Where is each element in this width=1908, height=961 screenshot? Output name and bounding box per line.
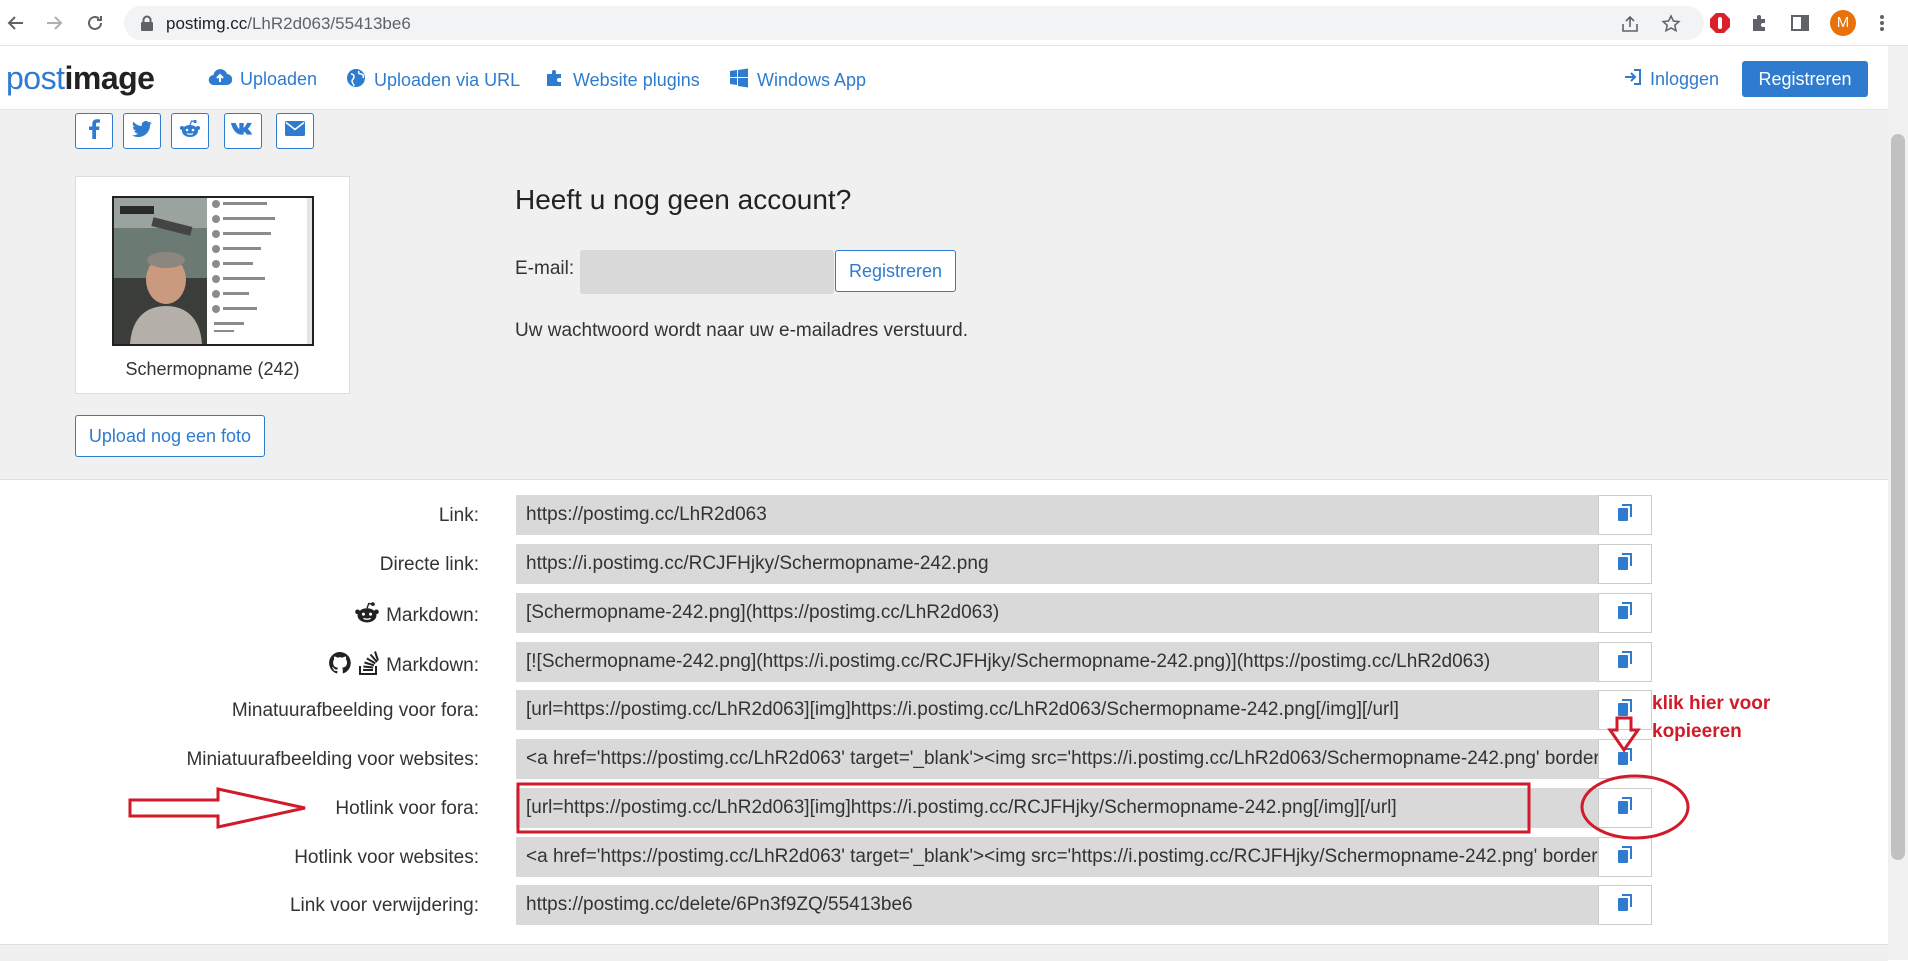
copy-icon	[1617, 601, 1633, 625]
reload-icon[interactable]	[83, 11, 107, 35]
side-panel-icon[interactable]	[1788, 11, 1812, 35]
nav-uploaden-via-url[interactable]: Uploaden via URL	[346, 68, 520, 93]
annotation-left-arrow	[128, 787, 306, 829]
copy-icon	[1617, 747, 1633, 771]
row-delete-link-label: Link voor verwijdering:	[289, 895, 479, 916]
share-vk-button[interactable]	[224, 113, 262, 149]
postimage-logo[interactable]: postimage	[6, 60, 155, 97]
row-thumb-websites-label: Miniatuurafbeelding voor websites:	[186, 749, 479, 770]
forward-icon[interactable]	[42, 11, 66, 35]
url-text: postimg.cc/LhR2d063/55413be6	[166, 14, 411, 33]
bookmark-star-icon[interactable]	[1661, 14, 1681, 34]
email-icon	[285, 121, 305, 141]
copy-icon	[1617, 845, 1633, 869]
copy-icon	[1617, 503, 1633, 527]
copy-link-button[interactable]	[1598, 495, 1652, 535]
lock-icon	[140, 15, 154, 36]
row-markdown-github-label: Markdown:	[328, 650, 479, 682]
nav-uploaden[interactable]: Uploaden	[208, 68, 317, 91]
nav-windows-app-label: Windows App	[757, 70, 867, 90]
puzzle-icon	[545, 68, 565, 93]
nav-website-plugins-label: Website plugins	[573, 70, 700, 90]
row-hotlink-fora-label: Hotlink voor fora:	[335, 798, 479, 819]
reddit-icon	[179, 119, 201, 144]
vk-icon	[231, 122, 255, 141]
scrollbar-thumb[interactable]	[1891, 134, 1905, 860]
copy-hotlink-fora-button[interactable]	[1598, 788, 1652, 828]
row-hotlink-websites-label: Hotlink voor websites:	[294, 847, 479, 868]
row-markdown-github-field[interactable]: [![Schermopname-242.png](https://i.posti…	[516, 642, 1598, 682]
copy-delete-link-button[interactable]	[1598, 885, 1652, 925]
row-link-label: Link:	[438, 505, 479, 526]
row-thumb-fora-label: Minatuurafbeelding voor fora:	[231, 700, 479, 721]
copy-thumb-websites-button[interactable]	[1598, 739, 1652, 779]
cloud-upload-icon	[208, 68, 233, 91]
nav-website-plugins[interactable]: Website plugins	[545, 68, 700, 93]
row-delete-link-field[interactable]: https://postimg.cc/delete/6Pn3f9ZQ/55413…	[516, 885, 1598, 925]
twitter-icon	[132, 120, 152, 142]
copy-icon	[1617, 698, 1633, 722]
copy-markdown-github-button[interactable]	[1598, 642, 1652, 682]
copy-direct-link-button[interactable]	[1598, 544, 1652, 584]
windows-icon	[729, 68, 749, 93]
row-link-field[interactable]: https://postimg.cc/LhR2d063	[516, 495, 1598, 535]
annotation-text: klik hier voor kopieeren	[1652, 693, 1771, 742]
thumbnail-card: Schermopname (242)	[75, 176, 350, 394]
adblock-extension-icon[interactable]	[1708, 11, 1732, 35]
email-input[interactable]	[580, 250, 834, 294]
login-label: Inloggen	[1650, 69, 1720, 89]
uploaded-image-preview[interactable]	[112, 196, 314, 346]
copy-icon	[1617, 893, 1633, 917]
nav-windows-app[interactable]: Windows App	[729, 68, 866, 93]
share-twitter-button[interactable]	[123, 113, 161, 149]
site-header: postimage Uploaden Uploaden via URL Webs…	[0, 46, 1888, 110]
row-thumb-websites-field[interactable]: <a href='https://postimg.cc/LhR2d063' ta…	[516, 739, 1598, 779]
row-hotlink-websites-field[interactable]: <a href='https://postimg.cc/LhR2d063' ta…	[516, 837, 1598, 877]
browser-toolbar: postimg.cc/LhR2d063/55413be6 M	[0, 0, 1908, 46]
copy-hotlink-websites-button[interactable]	[1598, 837, 1652, 877]
register-submit-button[interactable]: Registreren	[835, 250, 956, 292]
page-bottom-strip	[0, 944, 1888, 961]
nav-uploaden-via-url-label: Uploaden via URL	[374, 70, 521, 90]
thumbnail-caption: Schermopname (242)	[125, 359, 300, 379]
row-markdown-reddit-label: Markdown:	[354, 601, 479, 631]
menu-kebab-icon[interactable]	[1870, 11, 1894, 35]
login-link[interactable]: Inloggen	[1624, 68, 1719, 91]
reddit-icon	[354, 601, 380, 631]
copy-icon	[1617, 796, 1633, 820]
row-thumb-fora-field[interactable]: [url=https://postimg.cc/LhR2d063][img]ht…	[516, 690, 1598, 730]
row-direct-link-field[interactable]: https://i.postimg.cc/RCJFHjky/Schermopna…	[516, 544, 1598, 584]
facebook-icon	[88, 118, 100, 144]
sign-in-icon	[1624, 68, 1642, 91]
row-direct-link-label: Directe link:	[379, 554, 479, 575]
share-facebook-button[interactable]	[75, 113, 113, 149]
email-label: E-mail:	[515, 258, 575, 279]
copy-icon	[1617, 552, 1633, 576]
share-email-button[interactable]	[276, 113, 314, 149]
copy-icon	[1617, 650, 1633, 674]
stackoverflow-icon	[358, 650, 380, 682]
row-hotlink-fora-field[interactable]: [url=https://postimg.cc/LhR2d063][img]ht…	[516, 788, 1598, 828]
nav-uploaden-label: Uploaden	[240, 69, 318, 89]
share-reddit-button[interactable]	[171, 113, 209, 149]
profile-avatar[interactable]: M	[1830, 10, 1856, 36]
copy-thumb-fora-button[interactable]	[1598, 690, 1652, 730]
extensions-puzzle-icon[interactable]	[1748, 11, 1772, 35]
password-note: Uw wachtwoord wordt naar uw e-mailadres …	[515, 320, 969, 341]
register-heading: Heeft u nog geen account?	[515, 184, 852, 215]
upload-result-section: Schermopname (242) Upload nog een foto H…	[0, 110, 1888, 480]
address-bar[interactable]: postimg.cc/LhR2d063/55413be6	[124, 6, 1704, 40]
globe-icon	[346, 68, 366, 93]
header-register-button[interactable]: Registreren	[1742, 61, 1868, 97]
github-icon	[328, 651, 352, 681]
upload-another-button[interactable]: Upload nog een foto	[75, 415, 265, 457]
back-icon[interactable]	[4, 11, 28, 35]
share-page-icon[interactable]	[1620, 14, 1640, 34]
row-markdown-reddit-field[interactable]: [Schermopname-242.png](https://postimg.c…	[516, 593, 1598, 633]
copy-markdown-reddit-button[interactable]	[1598, 593, 1652, 633]
